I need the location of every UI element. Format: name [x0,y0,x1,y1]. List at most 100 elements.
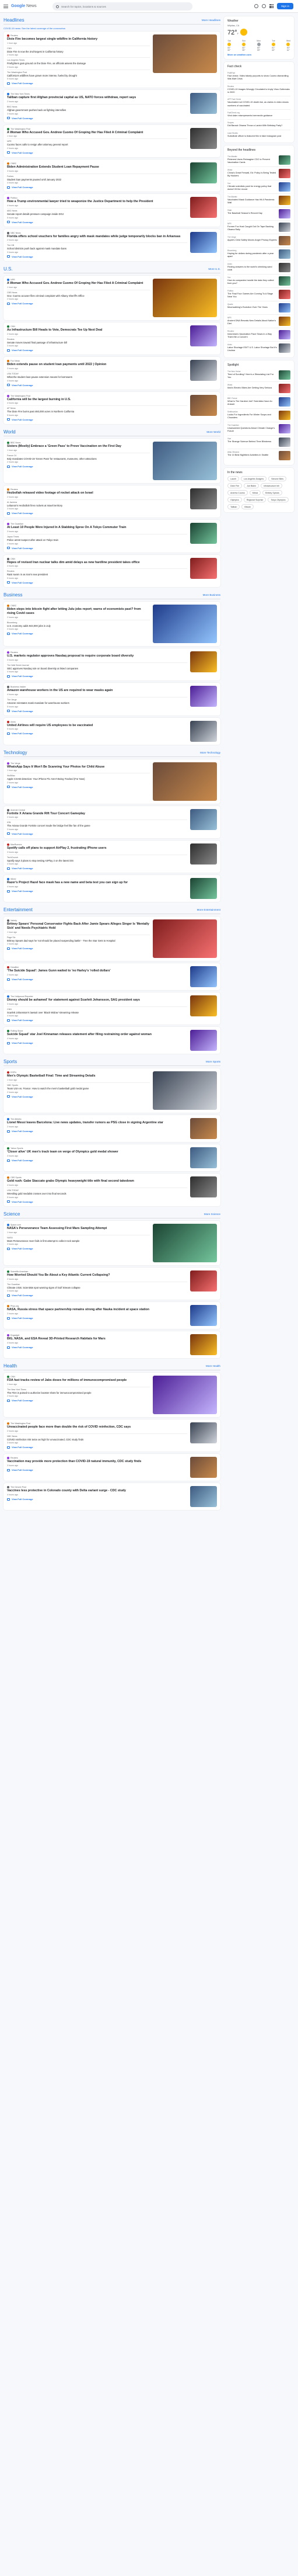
source-name[interactable]: NBC News [10,232,21,234]
full-coverage-link[interactable]: View Full Coverage [7,890,187,893]
item-headline[interactable]: Looks For Ingredients For Winter Soups a… [227,414,277,419]
related-source-name[interactable]: The Guardian [7,1283,20,1286]
full-coverage-link[interactable]: View Full Coverage [7,547,187,550]
related-source-name[interactable]: CBS News [7,291,17,294]
source-name[interactable]: The Hollywood Reporter [10,995,33,998]
full-coverage-link[interactable]: View Full Coverage [7,1041,187,1044]
item-headline[interactable]: Tired of Scrolling? Here's a Stimulating… [227,373,277,379]
source-name[interactable]: CNN [10,558,15,560]
story-headline[interactable]: California will be the largest burning i… [7,398,187,402]
more-link[interactable]: More Technology [200,751,220,754]
related-source-name[interactable]: France 24 [7,454,16,457]
full-coverage-link[interactable]: View Full Coverage [7,832,187,835]
story-thumbnail[interactable] [190,995,217,1017]
story-headline[interactable]: Lionel Messi leaves Barcelona: Live news… [7,1121,187,1125]
related-source-name[interactable]: IGN [7,821,10,824]
item-thumbnail[interactable] [279,343,290,353]
source-name[interactable]: Rolling Stone [10,1030,23,1032]
source-name[interactable]: Wired [10,878,16,880]
related-headline[interactable]: Wrestling gold medalist crosses over int… [7,1192,187,1195]
topic-chip[interactable]: Simone Biles [268,476,287,481]
source-name[interactable]: NPR [10,279,15,281]
story-headline[interactable]: Fortnite X Ariana Grande Rift Tour Conce… [7,812,187,816]
item-thumbnail[interactable] [279,196,290,205]
topic-chip[interactable]: Britney Spears [262,490,282,495]
related-source-name[interactable]: TechCrunch [7,856,18,859]
beyond-item[interactable]: Politico The Final Four Games Are Coming … [227,287,290,301]
related-headline[interactable]: Apple CSAM detection: Your iPhone Pic Ar… [7,777,150,780]
topic-chip[interactable]: Olympics [227,497,242,502]
story-headline[interactable]: FDA fast tracks review of Jabs doses for… [7,1379,150,1383]
source-name[interactable]: BBC News [10,442,20,444]
story-headline[interactable]: Dixie Fire becomes largest single wildfi… [7,37,150,41]
topic-chip[interactable]: Los Angeles Dodgers [241,476,267,481]
related-headline[interactable]: Gov. Cuomo accuser files criminal compla… [7,294,150,297]
full-coverage-link[interactable]: View Full Coverage [7,1294,187,1297]
related-source-name[interactable]: USA TODAY [7,373,19,375]
factcheck-item[interactable]: AFP Fact Check Vaccinated not COVID-19 de… [227,96,290,109]
more-link[interactable]: More Science [204,1213,220,1216]
story-thumbnail[interactable] [190,651,217,672]
item-headline[interactable]: Climate scientists push for energy polic… [227,185,277,191]
related-source-name[interactable]: Page Six [7,936,15,939]
related-headline[interactable]: Climate crisis: Scientists spot warning … [7,1286,187,1289]
topic-chip[interactable]: Joe Biden [244,483,260,488]
item-headline[interactable]: Did Barack Obama Throw a Lavish 60th Bir… [227,124,290,127]
item-thumbnail[interactable] [279,223,290,232]
search-input[interactable]: Search for topics, locations & sources [52,2,192,11]
item-thumbnail[interactable] [279,263,290,272]
story-headline[interactable]: As Infrastructure Bill Heads to Vote, De… [7,328,187,332]
related-headline[interactable]: Cuomo faces calls to resign after attorn… [7,143,187,146]
factcheck-item[interactable]: PolitiFact Fact check: Video falsely purp… [227,70,290,83]
related-headline[interactable]: Senate moves toward final passage of inf… [7,341,187,344]
settings-icon[interactable] [261,4,266,8]
item-thumbnail[interactable] [279,317,290,326]
item-thumbnail[interactable] [279,236,290,245]
spotlight-item[interactable]: Vice The Strange Science Behind Time Blin… [227,435,290,449]
story-thumbnail[interactable] [190,360,217,381]
related-source-name[interactable]: NBC Sports [7,1084,18,1086]
related-source-name[interactable]: 9to5Mac [7,775,15,777]
source-name[interactable]: Reuters [10,1457,18,1459]
story-headline[interactable]: Hopes of revised Iran nuclear talks dim … [7,561,187,565]
item-headline[interactable]: Pinterest Users Reimagine CDC to Prevent… [227,158,277,164]
story-headline[interactable]: Amazon warehouse workers in the US are r… [7,689,187,693]
item-headline[interactable]: Vaccinated Mask Guidance Has Hit A Pande… [227,199,277,204]
beyond-item[interactable]: NPR Ancient DNA Reveals New Details About… [227,314,290,328]
related-headline[interactable]: Dixie Fire is now the 2nd-largest in Cal… [7,50,150,53]
related-headline[interactable]: School districts push back against mask … [7,247,187,250]
source-name[interactable]: The Verge [10,762,20,765]
story-headline[interactable]: Razer's Project Hazel face mask has a ne… [7,881,187,885]
full-coverage-link[interactable]: View Full Coverage [7,302,150,305]
related-source-name[interactable]: Al Jazeera [7,501,17,504]
story-thumbnail[interactable] [190,1030,217,1051]
story-thumbnail[interactable] [153,762,217,801]
item-headline[interactable]: China's Great Firewall, Ed: Policy Is Be… [227,172,277,178]
more-link[interactable]: More Entertainment [197,908,220,911]
item-headline[interactable]: Fact check: Video falsely purports to sh… [227,75,290,81]
related-source-name[interactable]: The Verge [7,699,17,701]
story-headline[interactable]: WhatsApp Says It Won't Be Scanning Your … [7,765,150,769]
source-name[interactable]: Yahoo Sports [10,1147,23,1150]
source-name[interactable]: The Washington Post [10,128,30,130]
related-source-name[interactable]: Bloomberg [7,622,17,624]
story-thumbnail[interactable] [153,1376,217,1415]
beyond-item[interactable]: Vox How do companies handle the data they… [227,274,290,287]
related-headline[interactable]: California's wildfires have grown more i… [7,74,150,77]
item-thumbnail[interactable] [279,330,290,339]
story-thumbnail[interactable] [190,1457,217,1478]
source-name[interactable]: The Denver Post [10,1486,26,1488]
source-name[interactable]: Reuters [10,34,18,37]
related-headline[interactable]: Lebanon's Hezbollah fires rockets at Isr… [7,504,187,507]
story-thumbnail[interactable] [190,523,217,544]
related-source-name[interactable]: NBC News [7,1435,17,1438]
beyond-item[interactable]: Bloomberg Hoping for dollars during pande… [227,247,290,261]
item-thumbnail[interactable] [279,276,290,286]
related-headline[interactable]: COVID reinfection risk twice as high for… [7,1438,187,1441]
sign-in-button[interactable]: Sign in [276,3,293,9]
spotlight-item[interactable]: The New Yorker Tired of Scrolling? Here's… [227,369,290,381]
related-source-name[interactable]: The Washington Post [7,71,27,74]
beyond-item[interactable]: The Atlantic Vaccinated Mask Guidance Has… [227,193,290,207]
topic-chip[interactable]: Bitcoin [241,504,254,509]
item-headline[interactable]: The Strange Science Behind Time Blindnes… [227,440,277,443]
